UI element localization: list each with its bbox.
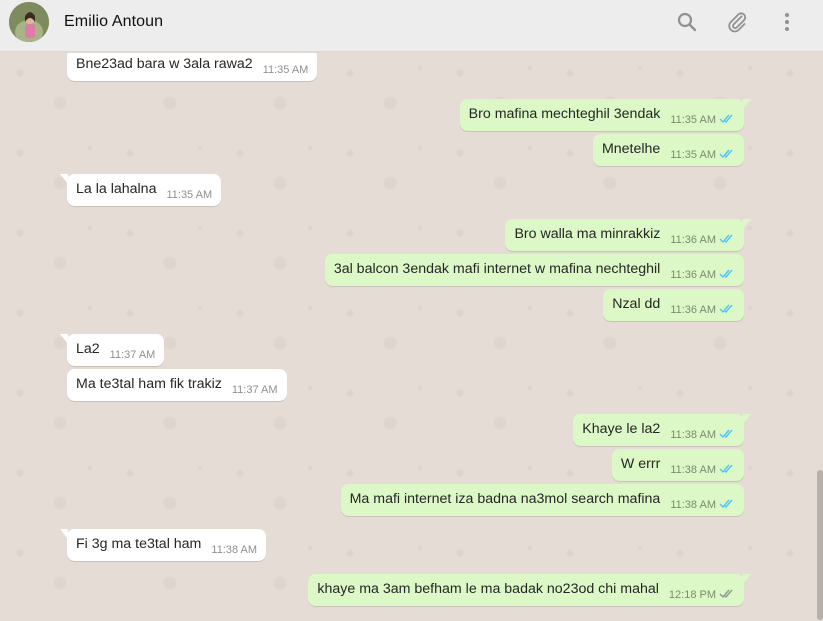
message-time: 11:38 AM [670,429,716,441]
message-meta: 11:38 AM [670,498,735,513]
message-text: Fi 3g ma te3tal ham [76,536,202,552]
message-meta: 11:36 AM [670,233,735,248]
message-time: 11:37 AM [109,349,156,361]
outgoing-message[interactable]: Mnetelhe 11:35 AM [592,134,744,166]
message-time: 11:38 AM [670,464,716,476]
message-time: 11:36 AM [670,269,716,281]
read-ticks-icon [719,428,735,439]
message-meta: 12:18 PM [669,588,735,603]
message-meta: 11:35 AM [166,188,212,203]
message-time: 11:36 AM [670,304,716,316]
message-text: La2 [76,341,100,357]
outgoing-message[interactable]: 3al balcon 3endak mafi internet w mafina… [324,254,744,286]
message-time: 11:35 AM [262,64,309,76]
read-ticks-icon [719,303,735,314]
incoming-message[interactable]: La2 11:37 AM [59,334,165,366]
contact-avatar[interactable] [9,2,49,42]
read-ticks-icon [719,463,735,474]
search-icon[interactable] [675,10,699,34]
message-time: 11:35 AM [166,189,213,201]
incoming-message[interactable]: Bne23ad bara w 3ala rawa2 11:35 AM [67,53,318,81]
incoming-message[interactable]: Ma te3tal ham fik trakiz 11:37 AM [67,369,287,401]
message-text: Mnetelhe [601,141,661,157]
message-text: Nzal dd [612,296,661,312]
message-text: Khaye le la2 [582,421,661,437]
message-meta: 11:35 AM [263,63,309,78]
message-list[interactable]: Bne23ad bara w 3ala rawa2 11:35 AM Bro maf… [0,53,823,621]
message-time: 11:38 AM [211,544,258,556]
message-time: 11:36 AM [670,234,716,246]
message-time: 12:18 PM [668,589,716,601]
menu-icon[interactable] [775,10,799,34]
message-time: 11:35 AM [670,114,716,126]
message-time: 11:38 AM [670,499,716,511]
message-text: Bne23ad bara w 3ala rawa2 [76,56,253,72]
chat-header: Emilio Antoun [0,0,823,52]
message-text: La la lahalna [76,181,157,197]
outgoing-message[interactable]: W errr 11:38 AM [611,449,744,481]
delivered-ticks-icon [719,588,735,599]
attach-icon[interactable] [725,10,749,34]
outgoing-message[interactable]: khaye ma 3am befham le ma badak no23od c… [308,574,751,606]
message-time: 11:35 AM [670,149,716,161]
message-meta: 11:36 AM [670,303,735,318]
read-ticks-icon [719,113,735,124]
incoming-message[interactable]: Fi 3g ma te3tal ham 11:38 AM [59,529,267,561]
message-text: W errr [620,456,661,472]
outgoing-message[interactable]: Bro walla ma minrakkiz 11:36 AM [505,219,751,251]
message-meta: 11:35 AM [670,113,735,128]
message-meta: 11:37 AM [110,348,156,363]
read-ticks-icon [719,233,735,244]
message-text: Ma mafi internet iza badna na3mol search… [349,491,661,507]
read-ticks-icon [719,148,735,159]
chat-scrollbar[interactable] [817,470,823,620]
message-meta: 11:38 AM [211,543,257,558]
read-ticks-icon [719,268,735,279]
message-meta: 11:36 AM [670,268,735,283]
message-text: Bro mafina mechteghil 3endak [468,106,661,122]
message-text: khaye ma 3am befham le ma badak no23od c… [317,581,659,597]
message-meta: 11:35 AM [670,148,735,163]
message-text: Bro walla ma minrakkiz [514,226,661,242]
outgoing-message[interactable]: Nzal dd 11:36 AM [603,289,744,321]
read-ticks-icon [719,498,735,509]
incoming-message[interactable]: La la lahalna 11:35 AM [59,174,222,206]
message-meta: 11:38 AM [670,463,735,478]
outgoing-message[interactable]: Khaye le la2 11:38 AM [573,414,751,446]
contact-name[interactable]: Emilio Antoun [64,13,163,31]
message-time: 11:37 AM [231,384,278,396]
message-meta: 11:38 AM [670,428,735,443]
outgoing-message[interactable]: Bro mafina mechteghil 3endak 11:35 AM [459,99,752,131]
message-meta: 11:37 AM [232,383,278,398]
outgoing-message[interactable]: Ma mafi internet iza badna na3mol search… [340,484,744,516]
message-text: Ma te3tal ham fik trakiz [76,376,222,392]
message-text: 3al balcon 3endak mafi internet w mafina… [333,261,661,277]
